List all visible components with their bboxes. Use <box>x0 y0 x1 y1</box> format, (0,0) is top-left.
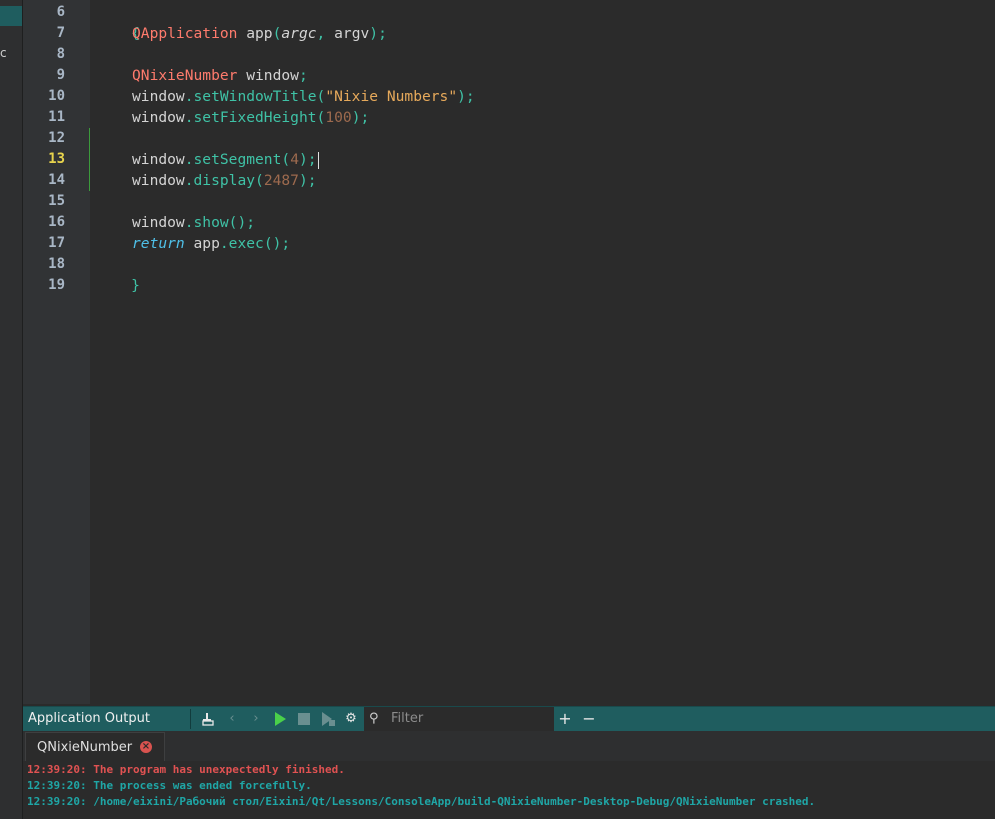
toolbar-separator <box>190 709 191 729</box>
close-brace: } <box>131 277 140 294</box>
var-token: window <box>237 67 299 84</box>
code-line-10: window.setWindowTitle("Nixie Numbers"); <box>132 86 475 107</box>
method-token: setWindowTitle <box>193 88 317 105</box>
punc-token: . <box>219 235 229 252</box>
filter-box[interactable]: ⚲ Filter <box>364 707 554 731</box>
output-line: 12:39:20: /home/eixini/Рабочий стол/Eixi… <box>27 795 816 808</box>
stop-icon[interactable] <box>294 707 314 731</box>
code-line-9: QNixieNumber window; <box>132 65 308 86</box>
obj-token: window <box>132 109 185 126</box>
punc-token: , <box>316 25 335 42</box>
output-toolbar: Application Output ‹ › ⚙ ⚲ Filter + − <box>23 706 995 731</box>
punc-token: . <box>184 151 194 168</box>
attach-debugger-icon[interactable] <box>318 707 338 731</box>
line-number: 11 <box>48 109 65 125</box>
punc-token: ); <box>351 109 370 126</box>
method-token: exec <box>228 235 264 252</box>
punc-token: ; <box>298 67 308 84</box>
obj-token: window <box>132 151 185 168</box>
line-number: 7 <box>56 25 65 41</box>
method-token: show <box>193 214 229 231</box>
var-token: app <box>237 25 273 42</box>
method-token: display <box>193 172 256 189</box>
tab-qnixienumber[interactable]: QNixieNumber × <box>25 732 165 761</box>
line-number: 19 <box>48 277 65 293</box>
output-tab-bar: QNixieNumber × <box>23 731 995 761</box>
line-number: 14 <box>48 172 65 188</box>
punc-token: . <box>184 172 194 189</box>
code-line-13: window.setSegment(4); <box>132 149 319 170</box>
line-number: 18 <box>48 256 65 272</box>
output-line-error: 12:39:20: The program has unexpectedly f… <box>27 763 345 776</box>
line-number-gutter: 6 7 8 9 10 11 12 13 14 15 16 17 18 19 <box>23 0 91 704</box>
line-number: 10 <box>48 88 65 104</box>
line-number: 8 <box>56 46 65 62</box>
punc-token: ); <box>298 151 317 168</box>
search-icon: ⚲ <box>369 711 379 726</box>
line-number: 17 <box>48 235 65 251</box>
punc-token: ); <box>298 172 317 189</box>
number-token: 4 <box>290 151 299 168</box>
gear-icon[interactable]: ⚙ <box>341 707 361 731</box>
punc-token: ); <box>457 88 475 105</box>
punc-token: ); <box>369 25 387 42</box>
current-line-number: 13 <box>48 151 65 167</box>
filter-placeholder: Filter <box>391 711 424 726</box>
text-cursor <box>317 151 319 169</box>
type-token: QApplication <box>132 25 238 42</box>
close-icon[interactable]: × <box>140 741 152 753</box>
clear-icon[interactable] <box>198 707 218 731</box>
arg-token: argv <box>334 25 370 42</box>
chevron-right-icon[interactable]: › <box>246 707 266 731</box>
punc-token: (); <box>263 235 291 252</box>
punc-token: ( <box>316 88 326 105</box>
punc-token: . <box>184 214 194 231</box>
play-icon[interactable] <box>270 707 290 731</box>
punc-token: (); <box>228 214 256 231</box>
string-token: "Nixie Numbers" <box>325 88 458 105</box>
code-line-6: { <box>96 2 140 42</box>
code-line-7: QApplication app(argc, argv); <box>132 23 387 44</box>
line-number: 9 <box>56 67 65 83</box>
punc-token: ( <box>316 109 326 126</box>
keyword-token: return <box>132 235 185 252</box>
line-number: 6 <box>56 4 65 20</box>
code-editor[interactable]: { QApplication app(argc, argv); QNixieNu… <box>90 0 995 704</box>
code-line-14: window.display(2487); <box>132 170 317 191</box>
number-token: 100 <box>325 109 352 126</box>
sidebar-text: c <box>0 46 7 60</box>
punc-token: . <box>184 88 194 105</box>
line-number: 15 <box>48 193 65 209</box>
line-number: 16 <box>48 214 65 230</box>
chevron-left-icon[interactable]: ‹ <box>222 707 242 731</box>
application-output-text: 12:39:20: The program has unexpectedly f… <box>23 761 995 819</box>
output-line: 12:39:20: The process was ended forceful… <box>27 779 312 792</box>
number-token: 2487 <box>263 172 299 189</box>
code-line-17: return app.exec(); <box>132 233 290 254</box>
code-line-16: window.show(); <box>132 212 255 233</box>
obj-token: app <box>184 235 220 252</box>
left-sidebar: c <box>0 0 23 819</box>
obj-token: window <box>132 88 185 105</box>
punc-token: ( <box>255 172 264 189</box>
output-pane-title: Application Output <box>28 711 150 726</box>
code-line-18: } <box>96 254 140 294</box>
minus-icon[interactable]: − <box>579 707 599 731</box>
param-token: argc <box>281 25 317 42</box>
tab-label: QNixieNumber <box>37 740 133 755</box>
plus-icon[interactable]: + <box>555 707 575 731</box>
type-token: QNixieNumber <box>132 67 238 84</box>
obj-token: window <box>132 214 185 231</box>
obj-token: window <box>132 172 185 189</box>
method-token: setFixedHeight <box>193 109 317 126</box>
punc-token: . <box>184 109 194 126</box>
line-number: 12 <box>48 130 65 146</box>
method-token: setSegment <box>193 151 282 168</box>
sidebar-selected-item[interactable] <box>0 6 22 26</box>
punc-token: ( <box>281 151 291 168</box>
code-line-11: window.setFixedHeight(100); <box>132 107 369 128</box>
